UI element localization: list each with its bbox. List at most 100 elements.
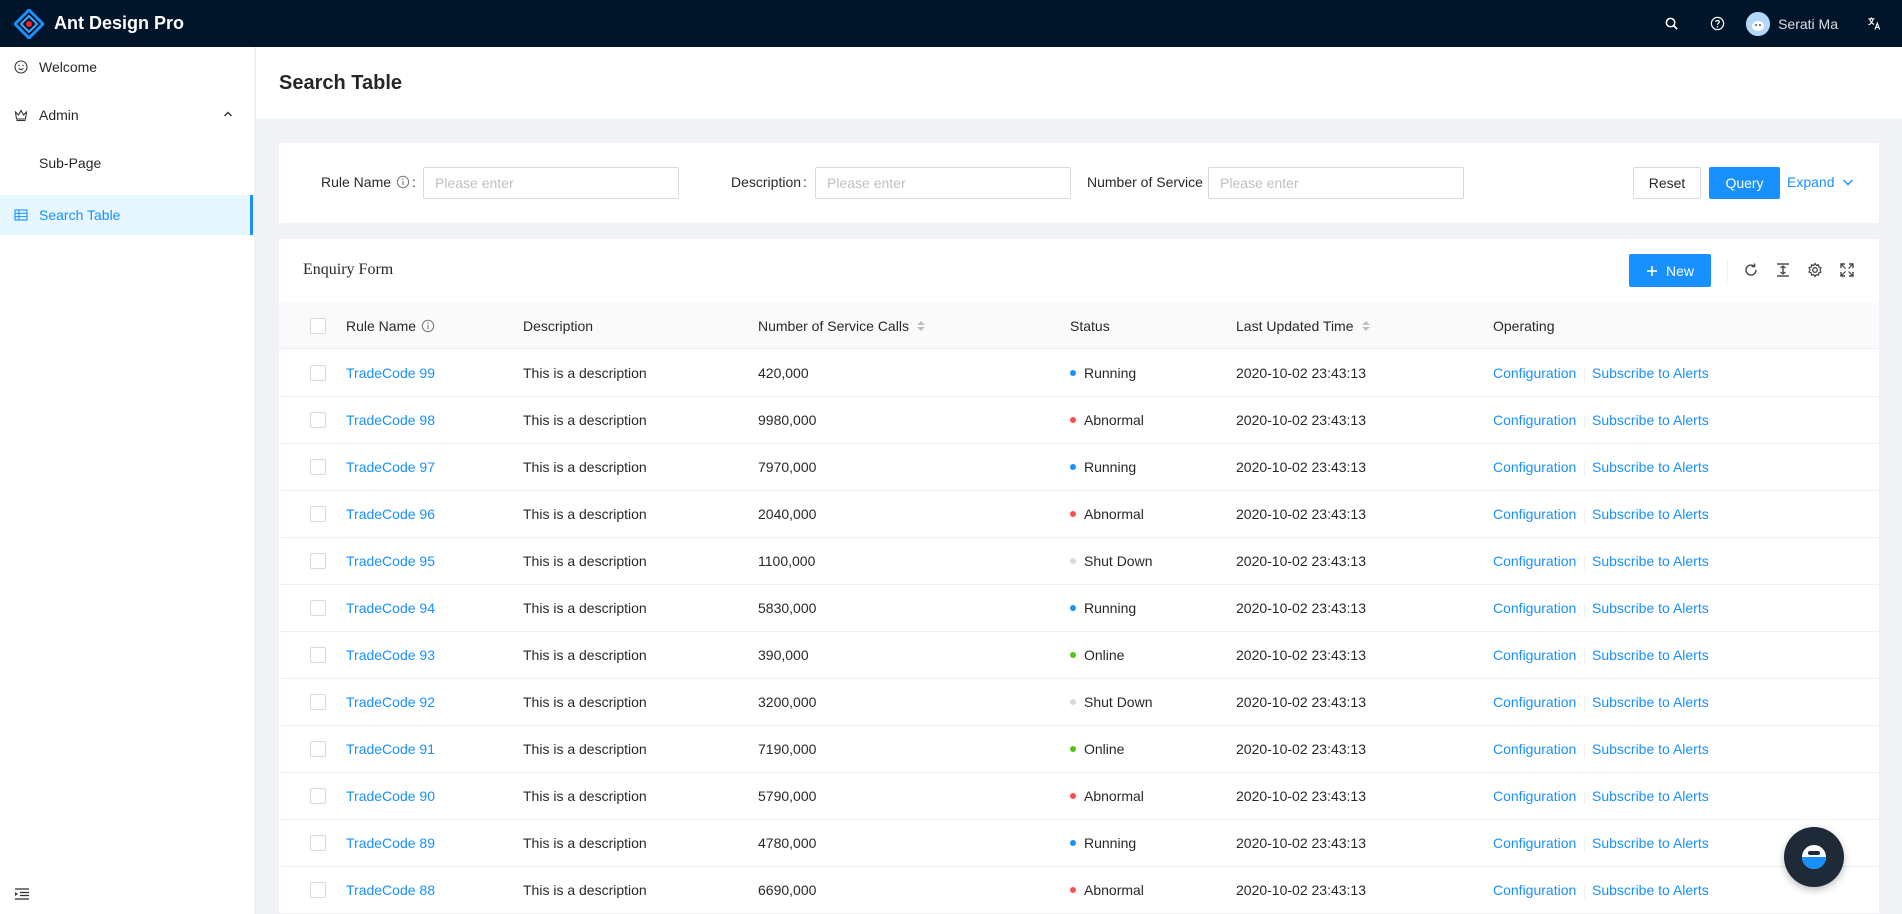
subscribe-alerts-link[interactable]: Subscribe to Alerts <box>1592 882 1709 898</box>
rule-name-link[interactable]: TradeCode 97 <box>346 459 435 475</box>
rule-name-input[interactable] <box>423 167 679 199</box>
sidebar-item-welcome[interactable]: Welcome <box>0 47 253 87</box>
row-checkbox[interactable] <box>310 412 326 428</box>
op-divider <box>1584 415 1585 429</box>
column-header-updated[interactable]: Last Updated Time <box>1236 318 1370 334</box>
fullscreen-icon[interactable] <box>1838 261 1856 279</box>
row-checkbox[interactable] <box>310 600 326 616</box>
rule-name-link[interactable]: TradeCode 89 <box>346 835 435 851</box>
rule-name-link[interactable]: TradeCode 99 <box>346 365 435 381</box>
subscribe-alerts-link[interactable]: Subscribe to Alerts <box>1592 506 1709 522</box>
select-all-checkbox[interactable] <box>310 318 326 334</box>
subscribe-alerts-link[interactable]: Subscribe to Alerts <box>1592 365 1709 381</box>
menu-fold-icon[interactable] <box>14 886 30 902</box>
configuration-link[interactable]: Configuration <box>1493 506 1576 522</box>
query-button[interactable]: Query <box>1709 167 1780 199</box>
column-height-icon[interactable] <box>1774 261 1792 279</box>
row-checkbox[interactable] <box>310 647 326 663</box>
description-input[interactable] <box>815 167 1071 199</box>
row-checkbox[interactable] <box>310 365 326 381</box>
service-calls-cell: 5830,000 <box>758 600 817 616</box>
op-divider <box>1584 368 1585 382</box>
row-checkbox[interactable] <box>310 694 326 710</box>
configuration-link[interactable]: Configuration <box>1493 694 1576 710</box>
user-menu[interactable]: Serati Ma <box>1740 0 1854 47</box>
translate-icon[interactable] <box>1854 0 1894 47</box>
status-badge: Shut Down <box>1070 553 1152 569</box>
table-row: TradeCode 88 This is a description 6690,… <box>279 867 1879 914</box>
configuration-link[interactable]: Configuration <box>1493 835 1576 851</box>
subscribe-alerts-link[interactable]: Subscribe to Alerts <box>1592 835 1709 851</box>
table-row: TradeCode 89 This is a description 4780,… <box>279 820 1879 867</box>
sidebar-item-admin[interactable]: Admin <box>0 95 253 135</box>
reset-button[interactable]: Reset <box>1633 167 1701 199</box>
sort-icon[interactable] <box>1361 321 1370 331</box>
reload-icon[interactable] <box>1742 261 1760 279</box>
description-cell: This is a description <box>523 694 647 710</box>
search-icon[interactable] <box>1648 0 1694 47</box>
updated-time-cell: 2020-10-02 23:43:13 <box>1236 506 1366 522</box>
subscribe-alerts-link[interactable]: Subscribe to Alerts <box>1592 600 1709 616</box>
smile-icon <box>14 60 28 74</box>
sort-icon[interactable] <box>916 321 925 331</box>
new-button[interactable]: New <box>1629 254 1711 287</box>
assistant-button[interactable] <box>1784 827 1844 887</box>
updated-time-cell: 2020-10-02 23:43:13 <box>1236 365 1366 381</box>
rule-name-link[interactable]: TradeCode 93 <box>346 647 435 663</box>
logo[interactable]: Ant Design Pro <box>14 8 184 39</box>
configuration-link[interactable]: Configuration <box>1493 365 1576 381</box>
subscribe-alerts-link[interactable]: Subscribe to Alerts <box>1592 788 1709 804</box>
question-icon[interactable] <box>1694 0 1740 47</box>
status-dot <box>1070 793 1076 799</box>
row-checkbox[interactable] <box>310 788 326 804</box>
sidebar-item-sub-page[interactable]: Sub-Page <box>0 143 253 183</box>
row-checkbox[interactable] <box>310 835 326 851</box>
column-header-service-calls[interactable]: Number of Service Calls <box>758 318 925 334</box>
service-calls-cell: 6690,000 <box>758 882 817 898</box>
rule-name-link[interactable]: TradeCode 90 <box>346 788 435 804</box>
robot-icon <box>1802 845 1826 869</box>
subscribe-alerts-link[interactable]: Subscribe to Alerts <box>1592 553 1709 569</box>
rule-name-link[interactable]: TradeCode 95 <box>346 553 435 569</box>
description-cell: This is a description <box>523 788 647 804</box>
configuration-link[interactable]: Configuration <box>1493 647 1576 663</box>
subscribe-alerts-link[interactable]: Subscribe to Alerts <box>1592 412 1709 428</box>
subscribe-alerts-link[interactable]: Subscribe to Alerts <box>1592 741 1709 757</box>
configuration-link[interactable]: Configuration <box>1493 882 1576 898</box>
subscribe-alerts-link[interactable]: Subscribe to Alerts <box>1592 694 1709 710</box>
rule-name-link[interactable]: TradeCode 88 <box>346 882 435 898</box>
sidebar-item-label: Welcome <box>39 59 98 75</box>
sidebar-item-search-table[interactable]: Search Table <box>0 195 253 235</box>
configuration-link[interactable]: Configuration <box>1493 412 1576 428</box>
rule-name-link[interactable]: TradeCode 91 <box>346 741 435 757</box>
configuration-link[interactable]: Configuration <box>1493 459 1576 475</box>
row-checkbox[interactable] <box>310 553 326 569</box>
table-row: TradeCode 99 This is a description 420,0… <box>279 350 1879 397</box>
configuration-link[interactable]: Configuration <box>1493 788 1576 804</box>
column-header-rule-name: Rule Name <box>346 318 435 334</box>
setting-icon[interactable] <box>1806 261 1824 279</box>
subscribe-alerts-link[interactable]: Subscribe to Alerts <box>1592 459 1709 475</box>
updated-time-cell: 2020-10-02 23:43:13 <box>1236 835 1366 851</box>
status-badge: Abnormal <box>1070 788 1144 804</box>
rule-name-link[interactable]: TradeCode 94 <box>346 600 435 616</box>
rule-name-link[interactable]: TradeCode 98 <box>346 412 435 428</box>
rule-name-link[interactable]: TradeCode 96 <box>346 506 435 522</box>
service-calls-cell: 1100,000 <box>758 553 816 569</box>
configuration-link[interactable]: Configuration <box>1493 600 1576 616</box>
service-count-input[interactable] <box>1208 167 1464 199</box>
row-checkbox[interactable] <box>310 741 326 757</box>
rule-name-link[interactable]: TradeCode 92 <box>346 694 435 710</box>
column-header-description: Description <box>523 318 594 334</box>
row-checkbox[interactable] <box>310 459 326 475</box>
row-checkbox[interactable] <box>310 506 326 522</box>
op-divider <box>1584 885 1585 899</box>
table-card: Enquiry Form New Rule Name Description N… <box>279 239 1879 914</box>
configuration-link[interactable]: Configuration <box>1493 553 1576 569</box>
updated-time-cell: 2020-10-02 23:43:13 <box>1236 788 1366 804</box>
page-header: Search Table <box>256 47 1902 119</box>
row-checkbox[interactable] <box>310 882 326 898</box>
configuration-link[interactable]: Configuration <box>1493 741 1576 757</box>
subscribe-alerts-link[interactable]: Subscribe to Alerts <box>1592 647 1709 663</box>
expand-link[interactable]: Expand <box>1787 174 1854 190</box>
